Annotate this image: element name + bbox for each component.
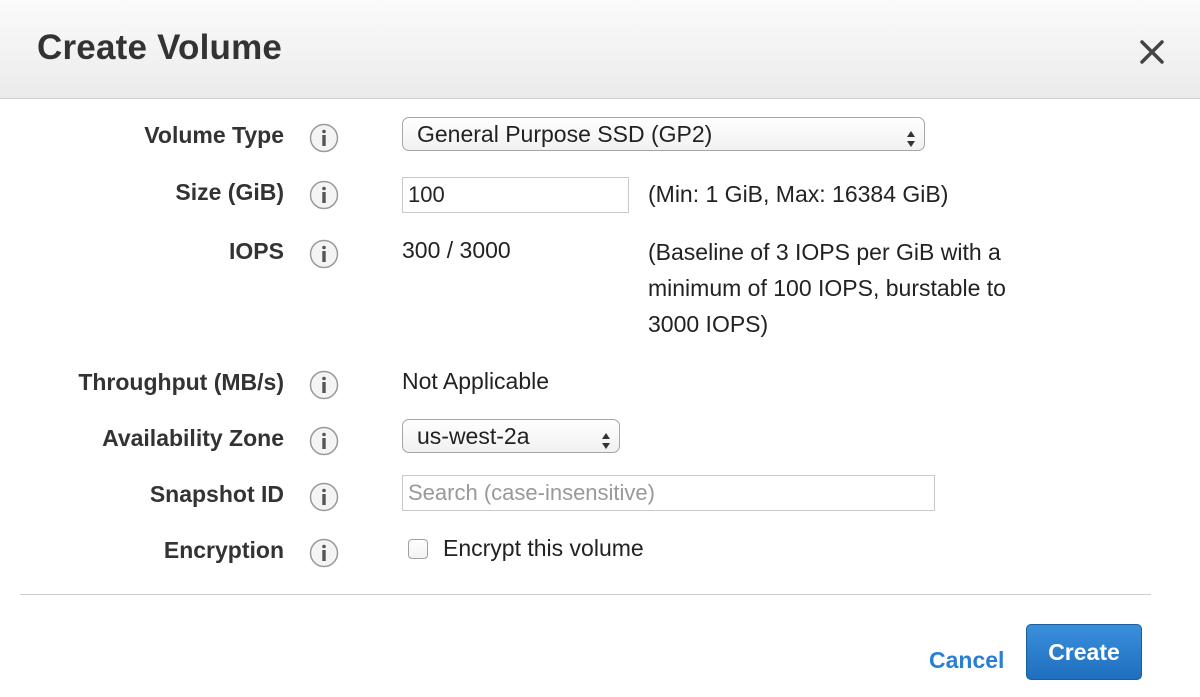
availability-zone-value: us-west-2a bbox=[417, 423, 530, 449]
snapshot-id-input[interactable] bbox=[402, 475, 935, 511]
snapshot-id-label: Snapshot ID bbox=[149, 481, 284, 507]
encrypt-checkbox-label[interactable]: Encrypt this volume bbox=[443, 535, 644, 562]
create-button-label: Create bbox=[1048, 638, 1120, 665]
iops-label: IOPS bbox=[229, 238, 284, 264]
size-input[interactable] bbox=[402, 177, 629, 213]
throughput-label: Throughput (MB/s) bbox=[78, 369, 284, 395]
volume-type-label: Volume Type bbox=[144, 122, 284, 148]
encrypt-checkbox[interactable] bbox=[408, 539, 428, 559]
iops-value: 300 / 3000 bbox=[402, 237, 511, 263]
select-arrows-icon bbox=[601, 427, 611, 449]
iops-note: (Baseline of 3 IOPS per GiB with a minim… bbox=[648, 239, 1006, 337]
encryption-label: Encryption bbox=[163, 537, 284, 563]
throughput-value: Not Applicable bbox=[402, 368, 550, 394]
select-arrows-icon bbox=[906, 125, 916, 147]
cancel-button[interactable]: Cancel bbox=[929, 647, 1004, 674]
info-icon[interactable] bbox=[309, 239, 339, 269]
info-icon[interactable] bbox=[309, 482, 339, 512]
footer-divider bbox=[20, 594, 1151, 595]
info-icon[interactable] bbox=[309, 426, 339, 456]
availability-zone-select[interactable]: us-west-2a bbox=[402, 419, 620, 453]
dialog-title: Create Volume bbox=[37, 28, 283, 67]
dialog-header: Create Volume bbox=[0, 0, 1200, 99]
volume-type-value: General Purpose SSD (GP2) bbox=[417, 121, 713, 147]
size-hint: (Min: 1 GiB, Max: 16384 GiB) bbox=[648, 181, 949, 207]
info-icon[interactable] bbox=[309, 538, 339, 568]
info-icon[interactable] bbox=[309, 370, 339, 400]
info-icon[interactable] bbox=[309, 180, 339, 210]
create-button[interactable]: Create bbox=[1026, 624, 1142, 680]
close-icon[interactable] bbox=[1134, 34, 1170, 70]
size-label: Size (GiB) bbox=[175, 179, 284, 205]
availability-zone-label: Availability Zone bbox=[102, 425, 284, 451]
volume-type-select[interactable]: General Purpose SSD (GP2) bbox=[402, 117, 925, 151]
info-icon[interactable] bbox=[309, 123, 339, 153]
